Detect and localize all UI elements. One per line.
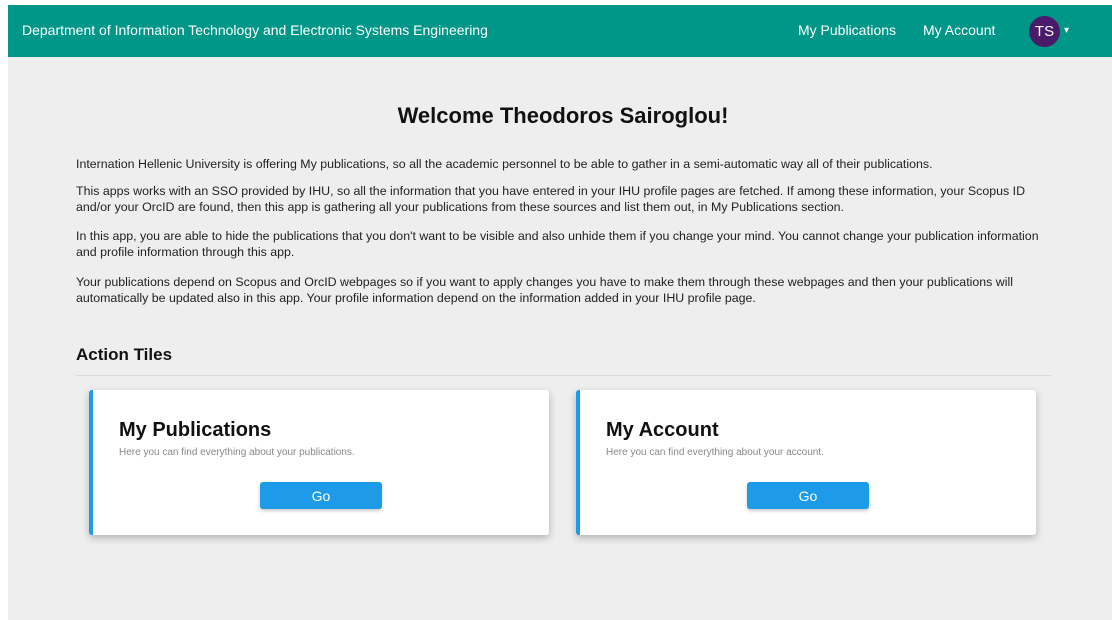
tile-my-publications: My Publications Here you can find everyt… bbox=[89, 390, 549, 535]
tile-title: My Account bbox=[606, 419, 719, 441]
go-publications-button[interactable]: Go bbox=[260, 482, 382, 509]
page-frame: Department of Information Technology and… bbox=[8, 5, 1112, 620]
nav-my-publications[interactable]: My Publications bbox=[798, 22, 896, 38]
user-avatar[interactable]: TS bbox=[1029, 16, 1060, 47]
visibility-paragraph: In this app, you are able to hide the pu… bbox=[76, 229, 1039, 259]
tile-description: Here you can find everything about your … bbox=[119, 447, 355, 458]
chevron-down-icon[interactable]: ▾ bbox=[1064, 25, 1069, 36]
intro-paragraph: Internation Hellenic University is offer… bbox=[76, 157, 933, 171]
nav-my-account[interactable]: My Account bbox=[923, 22, 995, 38]
sources-paragraph: Your publications depend on Scopus and O… bbox=[76, 275, 1014, 305]
tile-description: Here you can find everything about your … bbox=[606, 447, 824, 458]
go-account-button[interactable]: Go bbox=[747, 482, 869, 509]
department-brand[interactable]: Department of Information Technology and… bbox=[22, 22, 488, 38]
top-navbar: Department of Information Technology and… bbox=[8, 5, 1112, 57]
section-divider bbox=[76, 375, 1051, 376]
tile-my-account: My Account Here you can find everything … bbox=[576, 390, 1036, 535]
sso-paragraph: This apps works with an SSO provided by … bbox=[76, 184, 1026, 214]
tile-title: My Publications bbox=[119, 419, 272, 441]
action-tiles-heading: Action Tiles bbox=[76, 345, 173, 364]
welcome-heading: Welcome Theodoros Sairoglou! bbox=[397, 103, 729, 128]
